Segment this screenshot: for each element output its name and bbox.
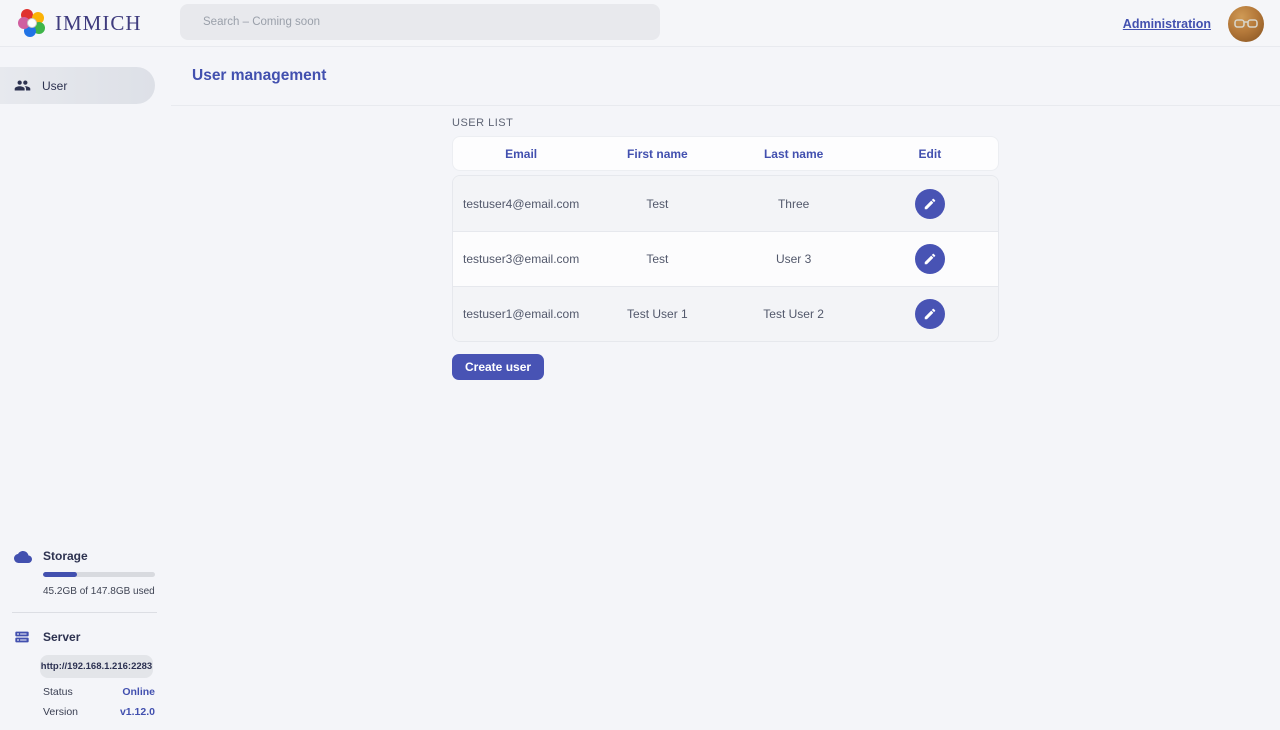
users-icon <box>14 77 31 94</box>
sidebar-item-user-label: User <box>42 79 67 93</box>
pencil-icon <box>923 307 937 321</box>
edit-user-button[interactable] <box>915 299 945 329</box>
cloud-icon <box>14 548 32 571</box>
admin-sidebar: User Storage 45.2GB of 147.8GB used <box>0 47 171 730</box>
page-title: User management <box>192 67 326 85</box>
table-row: testuser1@email.com Test User 1 Test Use… <box>453 286 998 341</box>
edit-user-button[interactable] <box>915 244 945 274</box>
administration-link[interactable]: Administration <box>1123 17 1211 31</box>
user-list-block: USER LIST Email First name Last name Edi… <box>452 117 999 380</box>
version-value: v1.12.0 <box>120 706 155 718</box>
cell-last-name: Test User 2 <box>726 307 862 321</box>
cell-first-name: Test <box>589 197 725 211</box>
top-navbar: IMMICH Administration <box>0 0 1280 47</box>
cell-email: testuser3@email.com <box>453 252 589 266</box>
user-table-body: testuser4@email.com Test Three testuser3… <box>452 175 999 342</box>
col-header-email: Email <box>453 147 589 161</box>
avatar-glasses-decoration <box>1234 19 1258 28</box>
sidebar-footer: Storage 45.2GB of 147.8GB used Server h <box>0 548 171 730</box>
status-label: Status <box>43 686 73 698</box>
cell-first-name: Test <box>589 252 725 266</box>
col-header-first-name: First name <box>589 147 725 161</box>
pencil-icon <box>923 252 937 266</box>
table-row: testuser4@email.com Test Three <box>453 176 998 231</box>
server-url-badge: http://192.168.1.216:2283 <box>40 655 153 678</box>
storage-progress-fill <box>43 572 77 577</box>
immich-logo-icon <box>18 9 46 37</box>
storage-section: Storage 45.2GB of 147.8GB used <box>0 548 171 597</box>
brand-title: IMMICH <box>55 11 142 36</box>
storage-title: Storage <box>43 548 171 564</box>
user-avatar[interactable] <box>1228 6 1264 42</box>
cell-email: testuser4@email.com <box>453 197 589 211</box>
search-input[interactable] <box>180 4 660 40</box>
main-content: User management USER LIST Email First na… <box>171 47 1280 730</box>
sidebar-item-user[interactable]: User <box>0 67 155 104</box>
cell-last-name: Three <box>726 197 862 211</box>
storage-usage-text: 45.2GB of 147.8GB used <box>43 586 171 597</box>
immich-brand[interactable]: IMMICH <box>0 9 142 37</box>
user-list-label: USER LIST <box>452 117 999 129</box>
cell-last-name: User 3 <box>726 252 862 266</box>
create-user-button[interactable]: Create user <box>452 354 544 380</box>
col-header-edit: Edit <box>862 147 998 161</box>
navbar-right: Administration <box>1123 0 1264 47</box>
cell-email: testuser1@email.com <box>453 307 589 321</box>
edit-user-button[interactable] <box>915 189 945 219</box>
sidebar-divider <box>12 612 157 613</box>
server-title: Server <box>43 629 171 645</box>
server-version-row: Version v1.12.0 <box>43 706 155 718</box>
col-header-last-name: Last name <box>726 147 862 161</box>
storage-progress-bar <box>43 572 155 577</box>
server-status-row: Status Online <box>43 686 155 698</box>
version-label: Version <box>43 706 78 718</box>
status-value: Online <box>122 686 155 698</box>
pencil-icon <box>923 197 937 211</box>
cell-first-name: Test User 1 <box>589 307 725 321</box>
server-icon <box>14 629 30 650</box>
server-section: Server http://192.168.1.216:2283 Status … <box>0 629 171 718</box>
page-title-bar: User management <box>171 47 1280 106</box>
user-table-header: Email First name Last name Edit <box>452 136 999 171</box>
table-row: testuser3@email.com Test User 3 <box>453 231 998 286</box>
